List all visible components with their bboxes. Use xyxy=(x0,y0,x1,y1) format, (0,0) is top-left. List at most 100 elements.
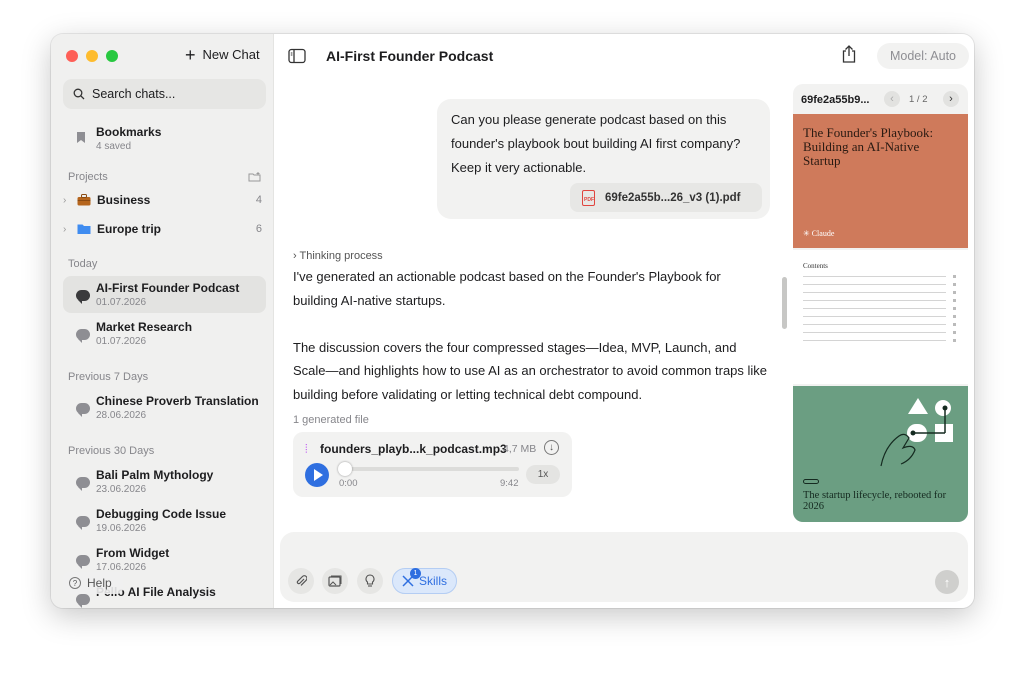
toc-line xyxy=(803,315,956,318)
chat-item-ai-first-founder-podcast[interactable]: AI-First Founder Podcast 01.07.2026 xyxy=(63,276,266,313)
user-message: Can you please generate podcast based on… xyxy=(437,99,770,219)
chat-title: Debugging Code Issue xyxy=(96,507,227,521)
project-business[interactable]: › Business 4 xyxy=(63,189,266,211)
main-panel: AI-First Founder Podcast Model: Auto Can… xyxy=(274,34,974,608)
chat-title: Chinese Proverb Translation xyxy=(96,394,259,408)
chat-bubble-icon xyxy=(76,403,90,417)
chat-date: 01.07.2026 xyxy=(96,297,147,308)
chat-bubble-icon xyxy=(76,555,90,569)
project-name: Europe trip xyxy=(97,222,162,236)
project-europe-trip[interactable]: › Europe trip 6 xyxy=(63,218,266,240)
reply-paragraph: The discussion covers the four compresse… xyxy=(293,339,768,402)
download-icon[interactable]: ↓ xyxy=(544,440,559,455)
project-name: Business xyxy=(97,193,151,207)
new-project-folder-icon[interactable] xyxy=(248,172,261,182)
minimize-window-button[interactable] xyxy=(86,50,98,62)
project-count: 4 xyxy=(255,194,262,206)
audio-filesize: 4,7 MB xyxy=(503,443,537,455)
audio-filename: founders_playb...k_podcast.mp3 xyxy=(320,442,507,456)
previous-page-button[interactable]: ‹ xyxy=(884,91,900,107)
chat-item-debugging-code-issue[interactable]: Debugging Code Issue 19.06.2026 xyxy=(63,502,266,539)
chat-item-market-research[interactable]: Market Research 01.07.2026 xyxy=(63,315,266,352)
new-chat-button[interactable]: + New Chat xyxy=(185,44,260,65)
chat-bubble-icon xyxy=(76,329,90,343)
search-placeholder: Search chats... xyxy=(92,87,176,101)
chat-bubble-icon xyxy=(76,594,90,608)
search-icon xyxy=(73,88,85,100)
chat-bubble-icon xyxy=(76,290,90,304)
ideas-button[interactable] xyxy=(357,568,383,594)
zoom-window-button[interactable] xyxy=(106,50,118,62)
lifecycle-title: The startup lifecycle, rebooted for 2026 xyxy=(803,490,947,512)
chat-item-chinese-proverb-translation[interactable]: Chinese Proverb Translation 28.06.2026 xyxy=(63,389,266,426)
chapter-tag xyxy=(803,479,819,484)
doc-page-cover[interactable]: The Founder's Playbook: Building an AI-N… xyxy=(793,114,968,248)
chat-bubble-icon xyxy=(76,516,90,530)
help-icon: ? xyxy=(69,577,81,589)
image-button[interactable] xyxy=(322,568,348,594)
folder-icon xyxy=(77,224,91,234)
audio-progress-knob[interactable] xyxy=(338,462,352,476)
bookmarks-item[interactable]: Bookmarks 4 saved xyxy=(63,120,266,157)
cover-title: The Founder's Playbook: Building an AI-N… xyxy=(803,125,934,168)
chevron-right-icon: › xyxy=(63,194,67,206)
image-icon xyxy=(328,575,342,587)
thinking-toggle[interactable]: › Thinking process xyxy=(293,250,383,262)
attach-button[interactable] xyxy=(288,568,314,594)
chevron-right-icon: › xyxy=(293,250,297,262)
doc-page-lifecycle[interactable]: The startup lifecycle, rebooted for 2026 xyxy=(793,386,968,522)
chevron-right-icon: › xyxy=(63,223,67,235)
toc-line xyxy=(803,299,956,302)
project-count: 6 xyxy=(255,223,262,235)
play-button[interactable] xyxy=(305,463,329,487)
share-icon[interactable] xyxy=(840,44,858,64)
chat-date: 19.06.2026 xyxy=(96,523,147,534)
audio-progress-track[interactable] xyxy=(340,467,519,471)
chat-date: 17.06.2026 xyxy=(96,562,147,573)
audio-current-time: 0:00 xyxy=(339,478,358,489)
send-button[interactable]: ↑ xyxy=(935,570,959,594)
help-button[interactable]: ? Help xyxy=(63,572,123,594)
document-preview: 69fe2a55b9... ‹ 1 / 2 › The Founder's Pl… xyxy=(793,84,968,522)
pdf-attachment[interactable]: PDF 69fe2a55b...26_v3 (1).pdf xyxy=(570,183,762,212)
header: AI-First Founder Podcast Model: Auto xyxy=(274,34,974,78)
toc-line xyxy=(803,307,956,310)
section-label-previous-30-days: Previous 30 Days xyxy=(68,445,155,457)
lightbulb-icon xyxy=(365,574,375,587)
close-window-button[interactable] xyxy=(66,50,78,62)
chat-scrollbar[interactable] xyxy=(782,277,787,329)
sidebar-toggle-icon[interactable] xyxy=(286,45,308,67)
search-chats-input[interactable]: Search chats... xyxy=(63,79,266,109)
section-label-previous-7-days: Previous 7 Days xyxy=(68,371,149,383)
chat-date: 23.06.2026 xyxy=(96,484,147,495)
arrow-up-icon: ↑ xyxy=(943,574,951,590)
sidebar: + New Chat Search chats... Bookmarks 4 s… xyxy=(51,34,274,608)
toc-line xyxy=(803,275,956,278)
user-message-text: Can you please generate podcast based on… xyxy=(451,112,741,175)
doc-page-contents[interactable]: Contents xyxy=(793,250,968,384)
skills-count-badge: 1 xyxy=(410,568,421,579)
chat-title: Market Research xyxy=(96,320,193,334)
generated-files-label: 1 generated file xyxy=(293,414,369,426)
audio-duration: 9:42 xyxy=(500,478,519,489)
attachment-filename: 69fe2a55b...26_v3 (1).pdf xyxy=(605,191,741,204)
projects-label: Projects xyxy=(68,171,108,183)
toc-line xyxy=(803,331,956,334)
next-page-button[interactable]: › xyxy=(943,91,959,107)
playback-speed-button[interactable]: 1x xyxy=(526,465,560,484)
bookmarks-title: Bookmarks xyxy=(96,125,162,139)
skills-button[interactable]: 1 Skills xyxy=(392,568,457,594)
chat-date: 01.07.2026 xyxy=(96,336,147,347)
chat-title: AI-First Founder Podcast xyxy=(326,48,494,64)
new-chat-label: New Chat xyxy=(202,47,260,62)
brand-name: Claude xyxy=(811,229,835,238)
model-selector[interactable]: Model: Auto xyxy=(877,43,969,69)
toc-line xyxy=(803,283,956,286)
message-composer[interactable]: 1 Skills ↑ xyxy=(280,532,968,602)
audio-player: ⦙ founders_playb...k_podcast.mp3 4,7 MB … xyxy=(293,432,572,497)
chat-item-bali-palm-mythology[interactable]: Bali Palm Mythology 23.06.2026 xyxy=(63,463,266,500)
reply-paragraph: I've generated an actionable podcast bas… xyxy=(293,269,721,308)
bookmark-icon xyxy=(77,132,85,143)
plus-icon: + xyxy=(185,44,196,65)
toc-line xyxy=(803,291,956,294)
